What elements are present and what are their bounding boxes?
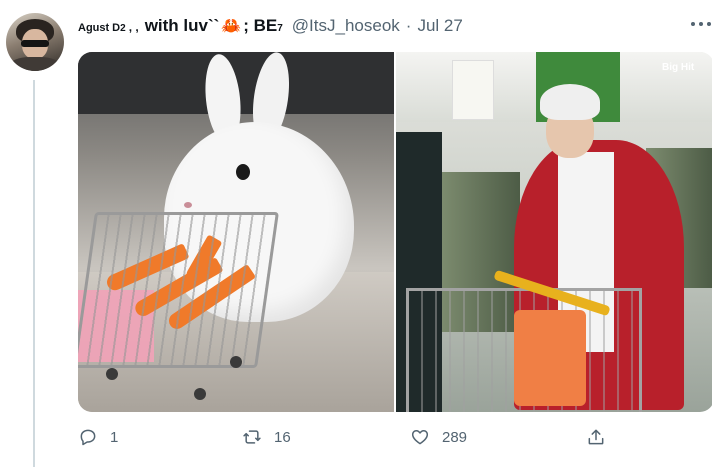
reply-count: 1 — [110, 428, 119, 446]
avatar[interactable] — [6, 13, 64, 71]
like-button[interactable]: 289 — [410, 424, 467, 450]
tweet-header: Agust D 2 , , with luv`` 🦀 ; BE 7 @ItsJ_… — [78, 14, 463, 38]
media-photo-bunny[interactable] — [78, 52, 394, 412]
tweet-date[interactable]: Jul 27 — [417, 16, 462, 36]
display-name-after-sup: 7 — [277, 23, 283, 34]
display-name-d: D — [112, 22, 121, 34]
display-name-prefix: Agust — [78, 22, 110, 34]
display-name-dots: , , — [128, 20, 139, 34]
display-name-after: ; BE — [243, 16, 278, 35]
media-photo-shopper[interactable]: Big Hit — [396, 52, 712, 412]
reply-button[interactable]: 1 — [78, 424, 118, 450]
reply-icon — [80, 429, 96, 446]
thread-line — [33, 80, 35, 467]
display-name-sup: 2 — [120, 23, 126, 34]
retweet-button[interactable]: 16 — [242, 424, 291, 450]
media-grid: Big Hit — [78, 52, 714, 412]
like-count: 289 — [442, 428, 468, 446]
display-name[interactable]: Agust D 2 , , with luv`` 🦀 ; BE 7 — [78, 16, 286, 36]
share-icon — [588, 429, 604, 445]
retweet-count: 16 — [274, 428, 291, 446]
display-name-main: with luv`` — [144, 16, 220, 35]
user-handle[interactable]: @ItsJ_hoseok — [292, 16, 400, 36]
like-icon — [411, 430, 429, 445]
more-horizontal-icon[interactable] — [688, 14, 714, 34]
header-separator: · — [405, 16, 412, 35]
watermark-text: Big Hit — [662, 62, 695, 73]
retweet-icon — [243, 430, 261, 444]
crab-emoji-icon: 🦀 — [221, 18, 242, 35]
share-button[interactable] — [586, 424, 618, 450]
tweet-actions: 1 16 289 — [78, 424, 714, 450]
